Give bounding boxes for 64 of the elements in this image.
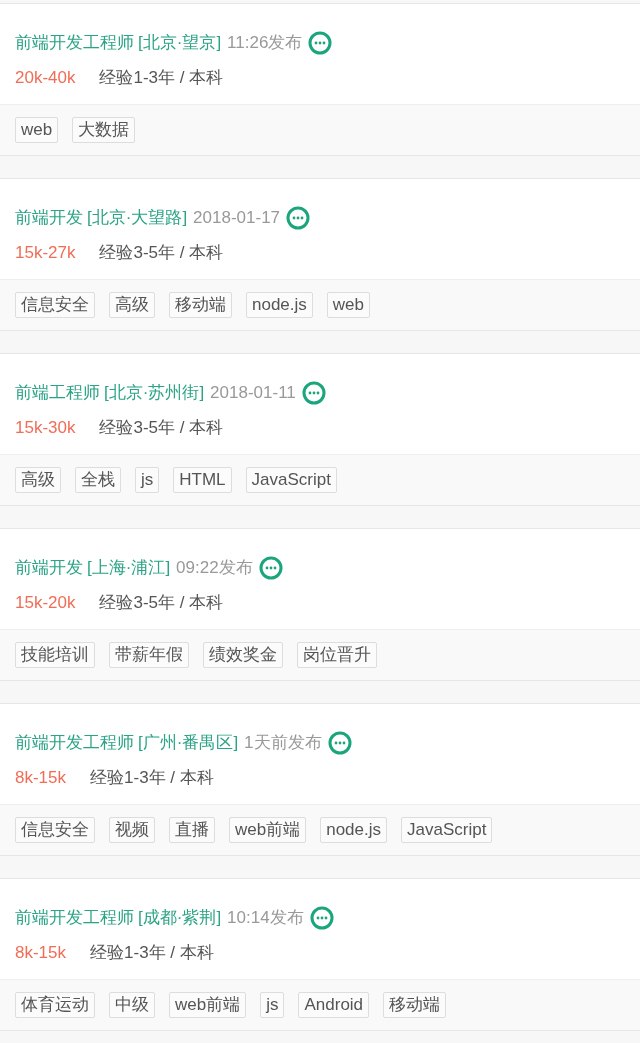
job-card[interactable]: 前端工程师 [北京·苏州街] 2018-01-11 15k-30k 经验3-5年 / 本科 高级 全栈 js HTML JavaScript — [0, 353, 640, 506]
salary: 8k-15k — [15, 767, 67, 789]
tag: web前端 — [229, 817, 307, 843]
job-card[interactable]: 前端开发工程师 [成都·紫荆] 10:14发布 8k-15k 经验1-3年 / 本科 体育运动 中级 web前端 js Android 移动端 — [0, 878, 640, 1031]
tag: js — [135, 467, 160, 493]
tag: web — [15, 117, 59, 143]
job-card[interactable]: 前端开发工程师 [北京·望京] 11:26发布 20k-40k 经验1-3年 / 本科 web 大数据 — [0, 3, 640, 156]
salary: 20k-40k — [15, 67, 76, 89]
requirements: 经验3-5年 / 本科 — [99, 592, 224, 614]
chat-icon[interactable] — [327, 731, 352, 755]
tag: 大数据 — [72, 117, 136, 143]
post-time: 10:14发布 — [227, 907, 304, 929]
job-location: [北京·苏州街] — [104, 382, 205, 404]
post-time: 2018-01-11 — [210, 382, 296, 404]
post-time: 11:26发布 — [227, 32, 303, 54]
chat-icon[interactable] — [301, 381, 326, 405]
tag: JavaScript — [401, 817, 493, 843]
job-location: [北京·望京] — [138, 32, 222, 54]
tag: 高级 — [15, 467, 61, 493]
tag: 技能培训 — [15, 642, 95, 668]
tag: node.js — [320, 817, 387, 843]
salary: 15k-20k — [15, 592, 76, 614]
tag: 中级 — [109, 992, 155, 1018]
tag: Android — [298, 992, 370, 1018]
post-time: 2018-01-17 — [193, 207, 281, 229]
tag: 岗位晋升 — [297, 642, 377, 668]
salary: 8k-15k — [15, 942, 67, 964]
tag: 移动端 — [169, 292, 232, 318]
tag: js — [260, 992, 285, 1018]
requirements: 经验3-5年 / 本科 — [99, 417, 224, 439]
requirements: 经验1-3年 / 本科 — [99, 67, 224, 89]
chat-icon[interactable] — [286, 206, 311, 230]
chat-icon[interactable] — [258, 556, 283, 580]
tag: node.js — [246, 292, 313, 318]
post-time: 09:22发布 — [176, 557, 253, 579]
tag: HTML — [173, 467, 232, 493]
tag: 带薪年假 — [109, 642, 189, 668]
tag: 高级 — [109, 292, 155, 318]
tag: 直播 — [169, 817, 215, 843]
tag: web前端 — [169, 992, 247, 1018]
tag: 信息安全 — [15, 292, 95, 318]
job-card[interactable]: 前端开发工程师 [广州·番禺区] 1天前发布 8k-15k 经验1-3年 / 本科 信息安全 视频 直播 web前端 node.js JavaScript — [0, 703, 640, 856]
requirements: 经验1-3年 / 本科 — [90, 767, 214, 789]
chat-icon[interactable] — [309, 906, 334, 930]
tag: 全栈 — [75, 467, 121, 493]
tag: web — [326, 292, 370, 318]
chat-icon[interactable] — [308, 31, 333, 55]
requirements: 经验3-5年 / 本科 — [99, 242, 224, 264]
job-card[interactable]: 前端开发 [上海·浦江] 09:22发布 15k-20k 经验3-5年 / 本科 技能培训 带薪年假 绩效奖金 岗位晋升 — [0, 528, 640, 681]
tag: 移动端 — [383, 992, 447, 1018]
job-location: [上海·浦江] — [87, 557, 171, 579]
post-time: 1天前发布 — [244, 732, 322, 754]
job-location: [广州·番禺区] — [138, 732, 239, 754]
tag: 体育运动 — [15, 992, 95, 1018]
tag: 视频 — [109, 817, 155, 843]
job-card[interactable]: 前端开发 [北京·大望路] 2018-01-17 15k-27k 经验3-5年 / 本科 信息安全 高级 移动端 node.js web — [0, 178, 640, 331]
salary: 15k-27k — [15, 242, 76, 264]
salary: 15k-30k — [15, 417, 76, 439]
requirements: 经验1-3年 / 本科 — [90, 942, 214, 964]
tag: JavaScript — [245, 467, 337, 493]
job-location: [北京·大望路] — [87, 207, 188, 229]
tag: 信息安全 — [15, 817, 95, 843]
job-location: [成都·紫荆] — [138, 907, 222, 929]
tag: 绩效奖金 — [203, 642, 283, 668]
